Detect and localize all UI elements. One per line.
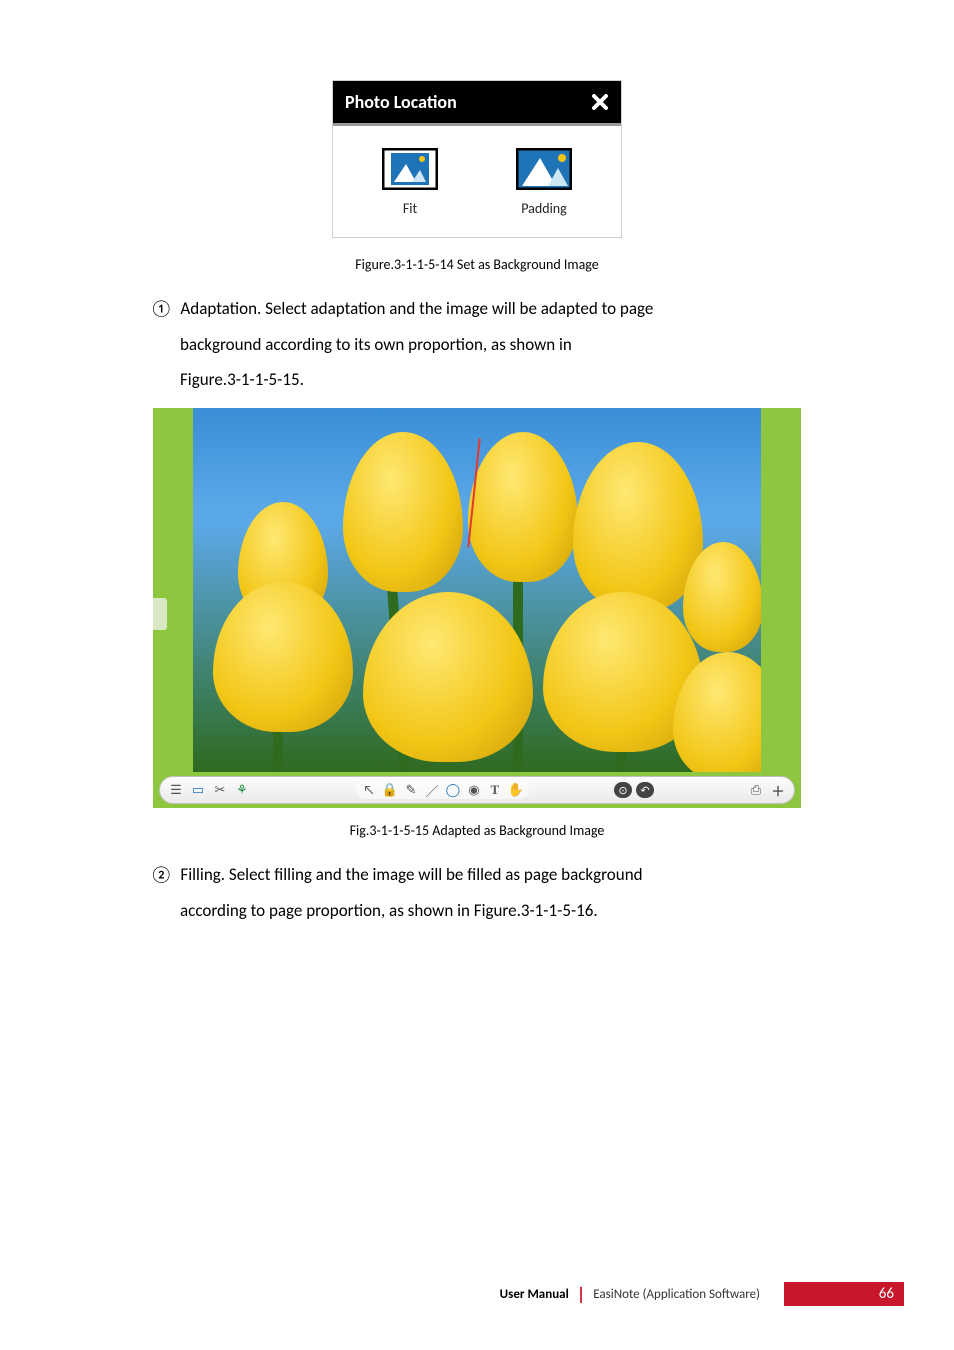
cursor-icon[interactable]: ↖: [361, 782, 377, 798]
item-1-line-b: background according to its own proporti…: [150, 327, 804, 363]
export-icon[interactable]: ⎙: [748, 782, 764, 798]
pen-icon[interactable]: ✎: [403, 782, 419, 798]
prev-page-icon[interactable]: ↶: [636, 782, 654, 798]
canvas-background-image: [193, 408, 761, 772]
tools-icon[interactable]: ✂: [212, 782, 228, 798]
circle-icon[interactable]: ◯: [445, 782, 461, 798]
fit-option[interactable]: Fit: [382, 148, 438, 217]
circled-2: ②: [150, 857, 173, 893]
dialog-body: Fit Padding: [333, 126, 621, 237]
padding-option[interactable]: Padding: [516, 148, 572, 217]
footer-text: User Manual | EasiNote (Application Soft…: [500, 1283, 760, 1305]
dialog-title: Photo Location: [345, 91, 457, 113]
circled-1: ①: [150, 291, 173, 327]
dialog-header: Photo Location: [333, 81, 621, 126]
item-2-line-a: Filling. Select filling and the image wi…: [180, 864, 642, 885]
side-panel-handle[interactable]: [153, 598, 167, 630]
page-indicator[interactable]: ⊙: [614, 782, 632, 798]
fit-label: Fit: [403, 200, 417, 217]
page-number: 66: [784, 1282, 904, 1306]
item-2: ② Filling. Select filling and the image …: [150, 857, 804, 893]
figure-caption-15: Fig.3-1-1-5-15 Adapted as Background Ima…: [150, 822, 804, 839]
item-1-line-c: Figure.3-1-1-5-15.: [150, 362, 804, 398]
item-1-line-a: Adaptation. Select adaptation and the im…: [180, 298, 653, 319]
menu-icon[interactable]: ☰: [168, 782, 184, 798]
link-icon[interactable]: ⚘: [234, 782, 250, 798]
figure-caption-14: Figure.3-1-1-5-14 Set as Background Imag…: [150, 256, 804, 273]
app-screenshot: ☰ ▭ ✂ ⚘ ↖ 🔒 ✎ ／ ◯ ◉ T ✋ ⊙ ↶ ⎙ ＋: [153, 408, 801, 808]
padding-label: Padding: [521, 200, 567, 217]
add-page-icon[interactable]: ＋: [770, 782, 786, 798]
photo-location-dialog: Photo Location Fit: [332, 80, 622, 238]
close-icon[interactable]: [591, 93, 609, 111]
app-toolbar: ☰ ▭ ✂ ⚘ ↖ 🔒 ✎ ／ ◯ ◉ T ✋ ⊙ ↶ ⎙ ＋: [159, 776, 795, 804]
hand-icon[interactable]: ✋: [508, 782, 524, 798]
fit-icon: [382, 148, 438, 190]
footer-product: EasiNote (Application Software): [593, 1287, 760, 1302]
item-1: ① Adaptation. Select adaptation and the …: [150, 291, 804, 327]
footer-user-manual: User Manual: [500, 1287, 569, 1302]
screen-icon[interactable]: ▭: [190, 782, 206, 798]
padding-icon: [516, 148, 572, 190]
text-tool-icon[interactable]: T: [487, 782, 503, 798]
page-footer: User Manual | EasiNote (Application Soft…: [0, 1282, 954, 1306]
lock-icon[interactable]: 🔒: [382, 782, 398, 798]
item-2-line-b: according to page proportion, as shown i…: [150, 893, 804, 929]
stamp-icon[interactable]: ◉: [466, 782, 482, 798]
line-icon[interactable]: ／: [424, 782, 440, 798]
